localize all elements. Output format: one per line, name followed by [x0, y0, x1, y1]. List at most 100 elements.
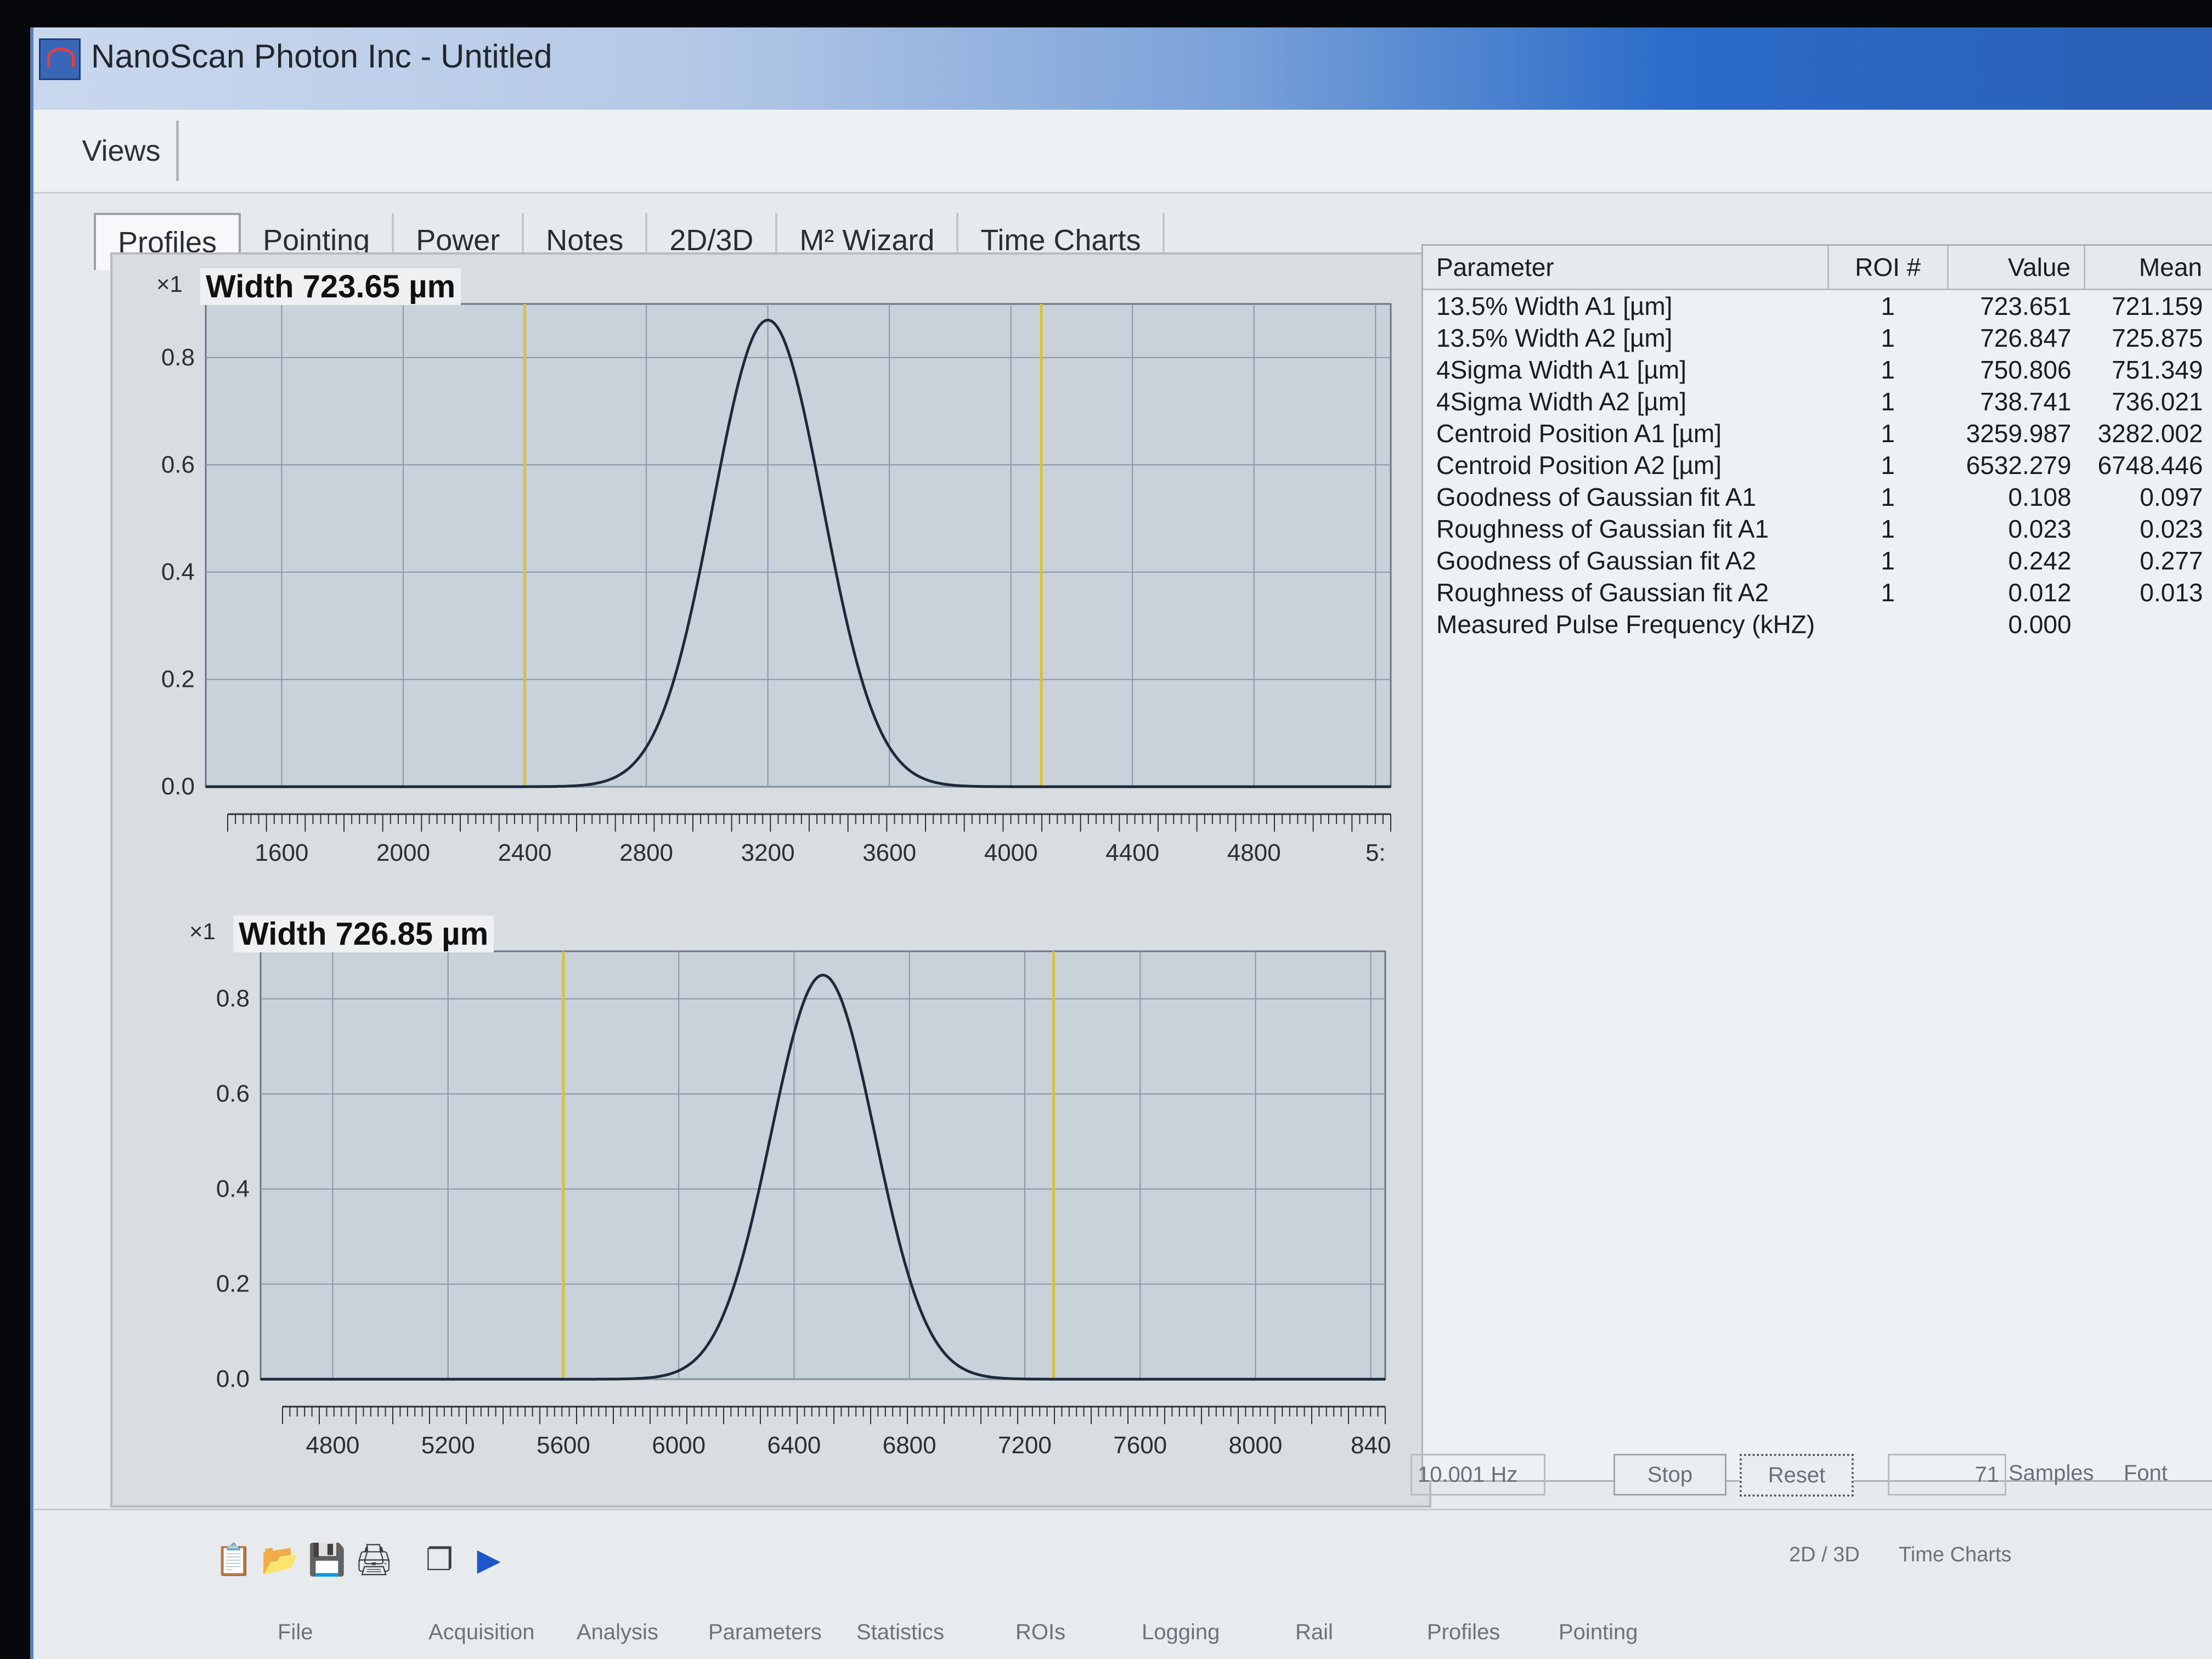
bottom-tab-parameters[interactable]: Parameters [708, 1620, 822, 1645]
x-tick-label: 6400 [767, 1432, 821, 1459]
parameter-name: Centroid Position A1 [µm] [1436, 419, 1722, 448]
bottom-tab-profiles[interactable]: Profiles [1427, 1620, 1500, 1645]
x-tick-label: 3600 [862, 839, 916, 866]
table-row[interactable]: 4Sigma Width A1 [µm] 1 750.806 751.349 [1423, 354, 2212, 386]
x-tick-label: 5200 [421, 1432, 475, 1459]
bottom-tab-rois[interactable]: ROIs [1015, 1620, 1065, 1645]
x-tick-label: 4800 [306, 1432, 359, 1459]
x-tick-label: 2400 [498, 839, 552, 866]
x-tick-label: 5: [1365, 839, 1386, 866]
profile-plot-svg: 0.8 0.6 0.4 0.2 0.0 1600 2000 2400 2800 3200 3600 4… [161, 303, 1392, 866]
reset-button[interactable]: Reset [1740, 1454, 1854, 1497]
parameter-value: 0.000 [2008, 610, 2072, 639]
parameter-value: 0.012 [2008, 578, 2072, 607]
bottom-tab-pointing[interactable]: Pointing [1559, 1620, 1638, 1645]
header-mean[interactable]: Mean [2084, 246, 2212, 290]
parameter-value: 0.242 [2008, 546, 2072, 575]
parameter-name: 4Sigma Width A2 [µm] [1436, 387, 1687, 416]
x-tick-label: 1600 [255, 839, 309, 866]
window-title: NanoScan Photon Inc - Untitled [91, 38, 552, 75]
right-tab-2d3d[interactable]: 2D / 3D [1789, 1543, 1860, 1567]
open-folder-icon[interactable]: 📂 [261, 1543, 300, 1576]
play-icon[interactable]: ▶ [472, 1543, 505, 1576]
samples-label: Samples [2008, 1461, 2094, 1485]
chart-title: Width 723.65 µm [200, 268, 461, 305]
table-row[interactable]: Centroid Position A2 [µm] 1 6532.279 6748.4… [1423, 449, 2212, 481]
y-tick-label: 0.8 [161, 344, 195, 371]
clipboard-icon[interactable]: 📋 [215, 1543, 253, 1576]
parameter-mean: 3282.002 [2097, 419, 2203, 448]
parameter-name: 13.5% Width A1 [µm] [1436, 292, 1673, 320]
title-bar[interactable]: NanoScan Photon Inc - Untitled [33, 27, 2212, 110]
parameter-mean: 0.023 [2140, 515, 2203, 543]
x-tick-label: 7600 [1113, 1432, 1167, 1459]
bottom-tab-file[interactable]: File [278, 1620, 313, 1645]
print-icon[interactable]: 🖨 [354, 1543, 393, 1576]
parameter-value: 0.023 [2008, 515, 2072, 543]
header-value[interactable]: Value [1948, 246, 2086, 290]
x-tick-label: 7200 [998, 1432, 1052, 1459]
profiles-plot-area: 0.8 0.6 0.4 0.2 0.0 1600 2000 2400 2800 3200 3600 4… [110, 252, 1431, 1508]
table-row[interactable]: 4Sigma Width A2 [µm] 1 738.741 736.021 [1423, 386, 2212, 417]
nanoscan-app-icon[interactable] [39, 38, 81, 80]
y-tick-label: 0.0 [161, 773, 195, 800]
x-tick-label: 4000 [984, 839, 1038, 866]
table-row[interactable]: Roughness of Gaussian fit A1 1 0.023 0.023 [1423, 513, 2212, 545]
plot-background [259, 950, 1386, 1380]
y-tick-label: 0.4 [216, 1175, 250, 1202]
bottom-tab-rail[interactable]: Rail [1295, 1620, 1333, 1645]
views-tab[interactable]: Views [66, 121, 179, 181]
parameter-name: Roughness of Gaussian fit A1 [1436, 515, 1769, 543]
header-roi[interactable]: ROI # [1828, 246, 1949, 290]
roi-number: 1 [1881, 483, 1895, 511]
app-window: NanoScan Photon Inc - Untitled Views Pro… [30, 27, 2212, 1659]
parameter-mean: 0.097 [2140, 483, 2203, 511]
save-icon[interactable]: 💾 [308, 1543, 346, 1576]
bottom-tabs: File Acquisition Analysis Parameters Sta… [33, 1609, 2212, 1658]
roi-number: 1 [1881, 356, 1895, 384]
views-bar: Views [33, 110, 2212, 194]
parameters-body: 13.5% Width A1 [µm] 1 723.651 721.159 13.5% … [1423, 290, 2212, 641]
bottom-tab-analysis[interactable]: Analysis [577, 1620, 658, 1645]
header-parameter[interactable]: Parameter [1423, 246, 1829, 290]
parameter-mean [2085, 608, 2212, 640]
chart-title: Width 726.85 µm [233, 916, 494, 952]
samples-field[interactable]: 71 [1888, 1454, 2006, 1496]
x-tick-label: 2000 [376, 839, 430, 866]
frequency-readout: 10.001 Hz [1410, 1454, 1545, 1496]
bottom-tab-logging[interactable]: Logging [1142, 1620, 1220, 1645]
table-row[interactable]: Roughness of Gaussian fit A2 1 0.012 0.013 [1423, 577, 2212, 608]
plot-background [205, 303, 1392, 788]
parameter-mean: 0.277 [2140, 546, 2203, 575]
table-row[interactable]: Centroid Position A1 [µm] 1 3259.987 3282.0… [1423, 417, 2212, 449]
parameter-value: 6532.279 [1966, 451, 2072, 479]
table-row[interactable]: 13.5% Width A1 [µm] 1 723.651 721.159 [1423, 290, 2212, 323]
parameter-name: 13.5% Width A2 [µm] [1436, 324, 1673, 352]
table-header-row: Parameter ROI # Value Mean [1423, 246, 2212, 290]
y-tick-label: 0.6 [216, 1080, 250, 1107]
bottom-tab-statistics[interactable]: Statistics [856, 1620, 944, 1645]
table-row[interactable]: Measured Pulse Frequency (kHZ) 0.000 [1423, 608, 2212, 640]
parameter-value: 3259.987 [1966, 419, 2072, 448]
table-row[interactable]: 13.5% Width A2 [µm] 1 726.847 725.875 [1423, 322, 2212, 354]
y-tick-label: 0.2 [161, 665, 195, 692]
parameter-name: Goodness of Gaussian fit A1 [1436, 483, 1757, 511]
right-tab-time-charts[interactable]: Time Charts [1899, 1543, 2012, 1567]
roi-number: 1 [1881, 324, 1895, 352]
roi-number: 1 [1881, 292, 1895, 320]
table-row[interactable]: Goodness of Gaussian fit A2 1 0.242 0.277 [1423, 545, 2212, 577]
profile-plot-svg: 0.8 0.6 0.4 0.2 0.0 4800 5200 5600 6000 6400 6800 7… [216, 950, 1391, 1459]
profile-chart-a2[interactable]: 0.8 0.6 0.4 0.2 0.0 4800 5200 5600 6000 6400 6800 7… [178, 913, 1402, 1489]
parameter-value: 738.741 [1980, 387, 2072, 416]
font-button[interactable]: Font [2124, 1454, 2168, 1492]
roi-number: 1 [1881, 515, 1895, 543]
stop-button[interactable]: Stop [1613, 1454, 1726, 1496]
table-row[interactable]: Goodness of Gaussian fit A1 1 0.108 0.097 [1423, 481, 2212, 513]
copy-window-icon[interactable]: ❐ [423, 1543, 456, 1576]
profile-chart-a1[interactable]: 0.8 0.6 0.4 0.2 0.0 1600 2000 2400 2800 3200 3600 4… [123, 266, 1407, 896]
x-tick-label: 5600 [537, 1432, 590, 1459]
parameter-mean: 725.875 [2112, 324, 2203, 352]
parameter-mean: 736.021 [2112, 387, 2203, 416]
x-tick-label: 6000 [652, 1432, 706, 1459]
bottom-tab-acquisition[interactable]: Acquisition [428, 1620, 534, 1645]
